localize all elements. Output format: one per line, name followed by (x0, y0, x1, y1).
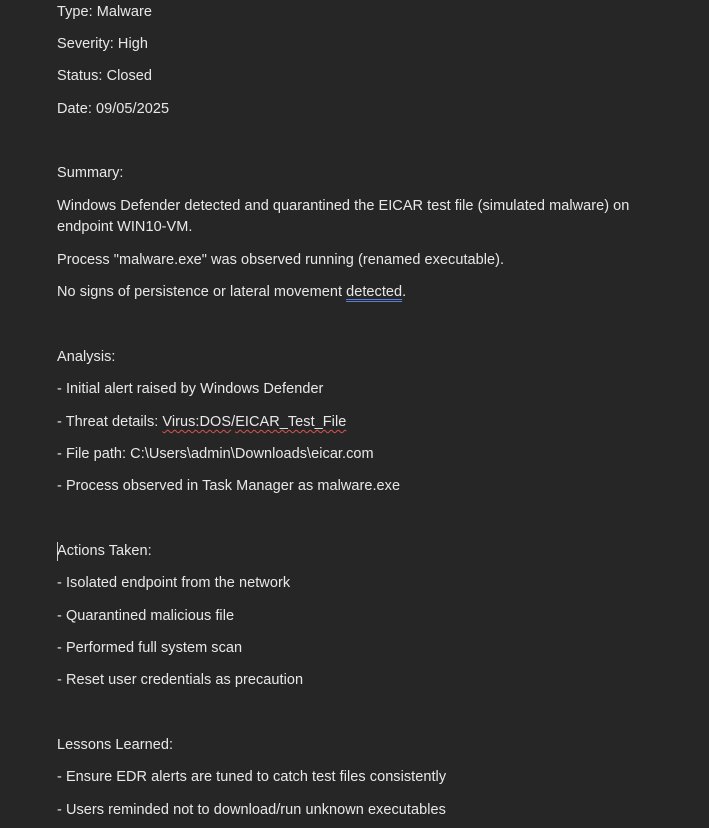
actions-item-2: - Quarantined malicious file (57, 608, 235, 624)
spell-flagged-word[interactable]: Virus:DOS (162, 414, 231, 430)
severity-line: Severity: High (57, 36, 148, 52)
summary-paragraph-1: Windows Defender detected and quarantine… (57, 198, 630, 235)
actions-item-1: - Isolated endpoint from the network (57, 575, 291, 591)
actions-heading: Actions Taken: (57, 543, 152, 559)
date-line: Date: 09/05/2025 (57, 101, 170, 117)
actions-item-4: - Reset user credentials as precaution (57, 672, 304, 688)
summary-p3-text: No signs of persistence or lateral movem… (57, 284, 347, 300)
actions-item-3: - Performed full system scan (57, 640, 243, 656)
summary-paragraph-2: Process "malware.exe" was observed runni… (57, 252, 505, 268)
analysis-heading: Analysis: (57, 349, 116, 365)
document-body[interactable]: Type: Malware Severity: High Status: Clo… (0, 0, 709, 828)
lessons-item-1: - Ensure EDR alerts are tuned to catch t… (57, 769, 447, 785)
analysis-item-1: - Initial alert raised by Windows Defend… (57, 381, 324, 397)
analysis-item-2: - Threat details: Virus:DOS/EICAR_Test_F… (57, 412, 657, 433)
summary-p3-end: . (402, 284, 407, 300)
grammar-flagged-word[interactable]: detected (346, 284, 402, 300)
analysis-item-2-text: - Threat details: (57, 414, 163, 430)
type-line: Type: Malware (57, 4, 152, 20)
status-line: Status: Closed (57, 68, 152, 84)
summary-paragraph-3: No signs of persistence or lateral movem… (57, 282, 657, 303)
summary-heading: Summary: (57, 165, 124, 181)
lessons-item-2: - Users reminded not to download/run unk… (57, 802, 446, 818)
lessons-heading: Lessons Learned: (57, 737, 174, 753)
spell-flagged-word[interactable]: EICAR_Test_File (235, 414, 346, 430)
analysis-item-3: - File path: C:\Users\admin\Downloads\ei… (57, 446, 374, 462)
analysis-item-4: - Process observed in Task Manager as ma… (57, 478, 401, 494)
